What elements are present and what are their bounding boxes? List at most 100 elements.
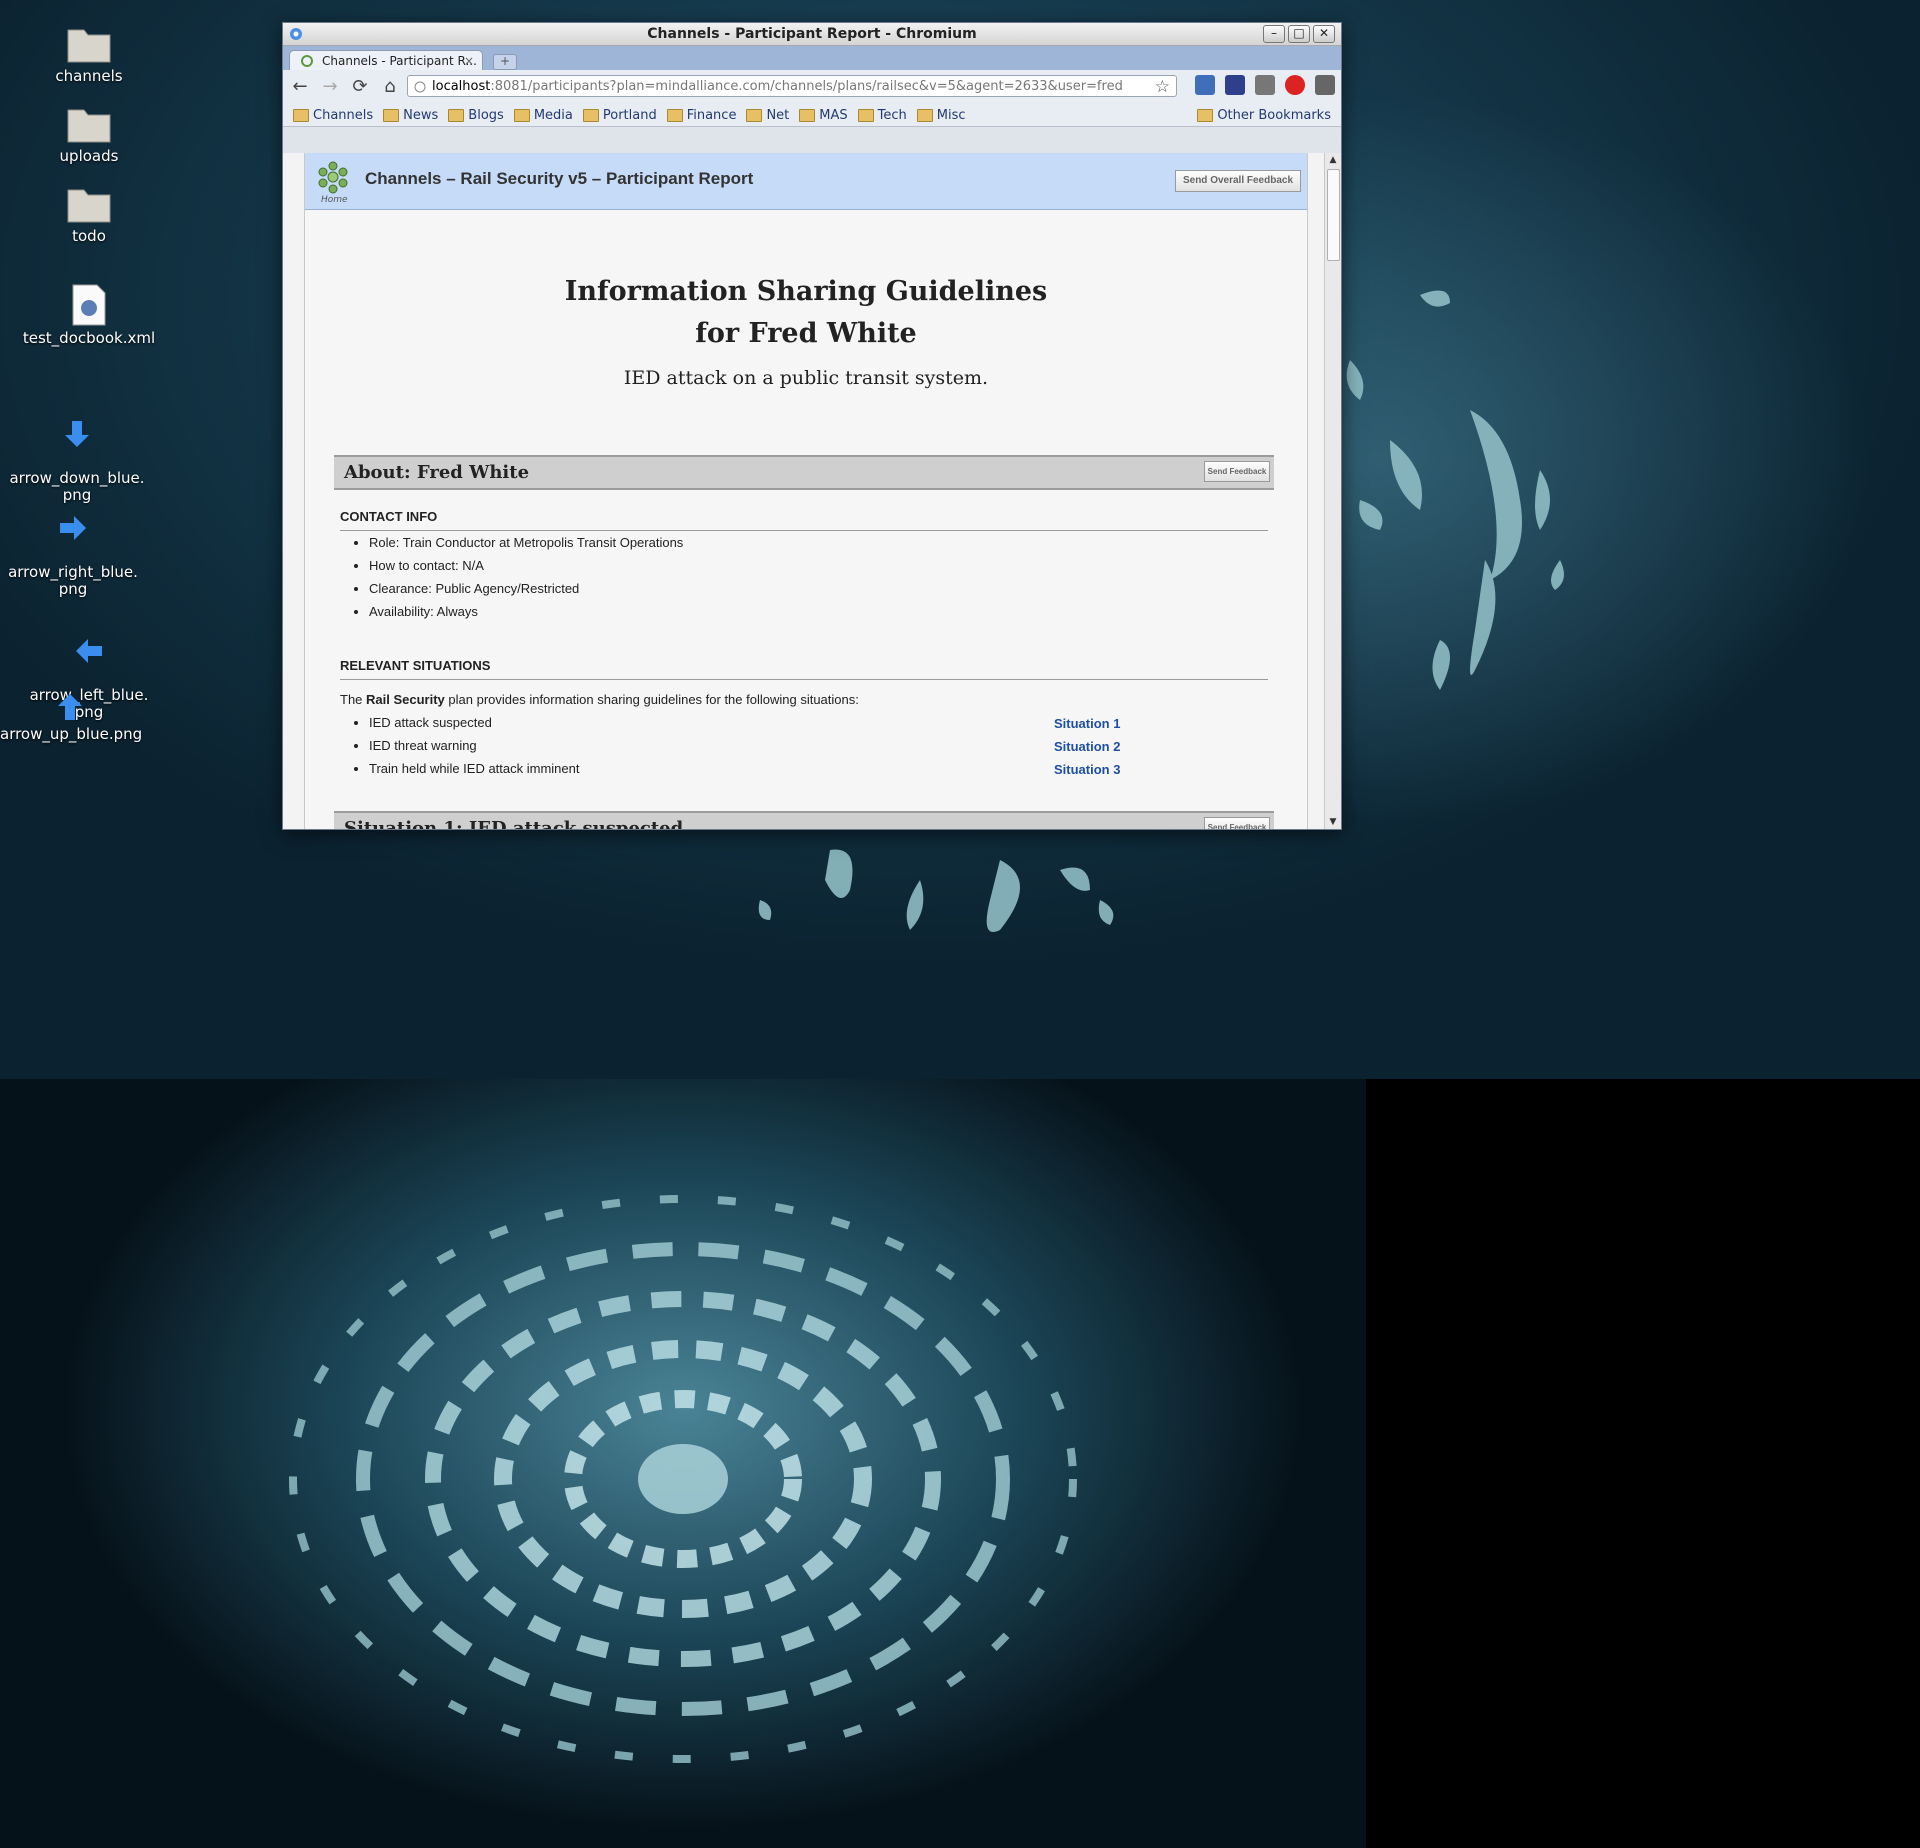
bookmark-folder-other[interactable]: Other Bookmarks <box>1197 104 1331 126</box>
bookmark-label: Misc <box>936 107 966 123</box>
page-viewport[interactable]: Home Channels – Rail Security v5 – Parti… <box>283 153 1325 829</box>
bookmark-label: Finance <box>686 107 737 123</box>
list-item: IED threat warning <box>369 734 580 757</box>
situation1-section-bar: Situation 1: IED attack suspected Send F… <box>334 811 1274 829</box>
folder-icon <box>857 108 874 122</box>
contact-info-list: Role: Train Conductor at Metropolis Tran… <box>340 531 683 623</box>
situation-1-link[interactable]: Situation 1 <box>1054 716 1120 731</box>
situations-list: IED attack suspected IED threat warning … <box>340 711 580 780</box>
situation-2-link[interactable]: Situation 2 <box>1054 739 1120 754</box>
desktop-icon-arrow-up[interactable]: arrow_up_blue.png <box>0 692 143 743</box>
situations-intro: The Rail Security plan provides informat… <box>340 692 859 707</box>
report-page: Home Channels – Rail Security v5 – Parti… <box>304 153 1308 829</box>
window-titlebar[interactable]: Channels - Participant Report - Chromium… <box>283 23 1341 46</box>
desktop-icon-label: channels <box>55 67 123 85</box>
folder-icon <box>383 108 400 122</box>
bookmark-label: MAS <box>819 107 848 123</box>
desktop-icon-label: arrow_right_blue. png <box>8 563 138 598</box>
arrow-left-icon <box>76 639 102 663</box>
intro-suffix: plan provides information sharing guidel… <box>444 692 859 707</box>
desktop-icon-channels[interactable]: channels <box>19 24 159 85</box>
desktop-icon-arrow-down[interactable]: arrow_down_blue. png <box>7 402 147 504</box>
list-item: Train held while IED attack imminent <box>369 757 580 780</box>
send-overall-feedback-button[interactable]: Send Overall Feedback <box>1175 170 1301 192</box>
desktop-icon-todo[interactable]: todo <box>19 184 159 245</box>
folder-icon <box>582 108 599 122</box>
extension-bug-icon[interactable] <box>1255 75 1275 95</box>
bookmark-folder-media[interactable]: Media <box>513 107 573 123</box>
bookmark-star-icon[interactable]: ☆ <box>1155 76 1170 96</box>
close-button[interactable]: ✕ <box>1313 25 1335 43</box>
bookmark-folder-news[interactable]: News <box>383 108 438 123</box>
tab-strip: Channels - Participant R... × + <box>283 46 1341 70</box>
bookmark-label: Tech <box>877 107 907 123</box>
bookmark-folder-tech[interactable]: Tech <box>857 107 907 123</box>
list-item: Clearance: Public Agency/Restricted <box>369 577 683 600</box>
guidelines-heading-line2: for Fred White <box>695 318 917 349</box>
intro-prefix: The <box>340 692 367 707</box>
list-item: Role: Train Conductor at Metropolis Tran… <box>369 531 683 554</box>
bookmark-label: Other Bookmarks <box>1217 107 1331 123</box>
bookmark-folder-finance[interactable]: Finance <box>666 107 737 123</box>
minimize-button[interactable]: – <box>1263 25 1285 43</box>
bookmark-folder-portland[interactable]: Portland <box>582 108 657 123</box>
browser-toolbar: ← → ⟳ ⌂ localhost:8081/participants?plan… <box>283 70 1341 104</box>
scroll-down-arrow-icon[interactable]: ▼ <box>1326 815 1340 829</box>
tab-close-icon[interactable]: × <box>464 51 474 70</box>
send-feedback-button[interactable]: Send Feedback <box>1204 461 1270 482</box>
scroll-up-arrow-icon[interactable]: ▲ <box>1326 153 1340 167</box>
back-button[interactable]: ← <box>287 74 313 100</box>
desktop-icon-label: todo <box>72 227 106 245</box>
bookmark-folder-misc[interactable]: Misc <box>916 107 966 123</box>
arrow-right-icon <box>60 516 86 540</box>
bookmark-label: Media <box>533 107 573 123</box>
arrow-down-icon <box>65 421 89 447</box>
folder-icon <box>513 108 530 122</box>
bookmark-folder-blogs[interactable]: Blogs <box>448 108 504 123</box>
wrench-menu-icon[interactable] <box>1315 75 1335 95</box>
extension-puzzle-icon[interactable] <box>1225 75 1245 95</box>
desktop-wallpaper-bottom <box>0 1079 1366 1848</box>
guidelines-heading: Information Sharing Guidelines for Fred … <box>305 271 1307 355</box>
relevant-situations-heading: RELEVANT SITUATIONS <box>340 658 1268 680</box>
browser-window[interactable]: Channels - Participant Report - Chromium… <box>282 22 1342 830</box>
arrow-up-icon <box>58 694 82 720</box>
page-icon <box>414 81 426 93</box>
wallpaper-splash-bottom <box>289 1195 1077 1763</box>
list-item: IED attack suspected <box>369 711 580 734</box>
extension-gear-icon[interactable] <box>1195 75 1215 95</box>
plan-name: Rail Security <box>366 692 445 707</box>
desktop-icon-label: test_docbook.xml <box>22 329 156 347</box>
tab-label: Channels - Participant R... <box>322 54 477 68</box>
situation-3-link[interactable]: Situation 3 <box>1054 762 1120 777</box>
folder-icon <box>746 108 763 122</box>
new-tab-button[interactable]: + <box>493 54 517 70</box>
send-feedback-button[interactable]: Send Feedback <box>1204 817 1270 829</box>
extension-adblock-icon[interactable] <box>1285 75 1305 95</box>
vertical-scrollbar[interactable]: ▲ ▼ <box>1324 153 1341 829</box>
tab-participant-report[interactable]: Channels - Participant R... × <box>289 50 483 70</box>
folder-icon <box>293 108 309 122</box>
home-button[interactable]: ⌂ <box>377 74 403 100</box>
bookmark-folder-mas[interactable]: MAS <box>799 107 848 123</box>
forward-button[interactable]: → <box>317 74 343 100</box>
desktop-icon-arrow-right[interactable]: arrow_right_blue. png <box>3 496 143 598</box>
bookmark-folder-channels[interactable]: Channels <box>293 108 373 123</box>
desktop-icon-label: uploads <box>59 147 119 165</box>
bookmark-folder-net[interactable]: Net <box>746 108 789 123</box>
desktop-icon-label: arrow_up_blue.png <box>0 725 143 743</box>
scroll-thumb[interactable] <box>1327 169 1340 261</box>
folder-icon <box>666 108 683 122</box>
window-title: Channels - Participant Report - Chromium <box>647 26 977 42</box>
address-bar[interactable]: localhost:8081/participants?plan=mindall… <box>407 75 1177 97</box>
home-logo-link[interactable]: Home <box>315 159 355 205</box>
maximize-button[interactable]: □ <box>1288 25 1310 43</box>
report-header: Home Channels – Rail Security v5 – Parti… <box>305 153 1307 210</box>
reload-button[interactable]: ⟳ <box>347 74 373 100</box>
guidelines-heading-line1: Information Sharing Guidelines <box>564 276 1048 307</box>
desktop-icon-test-docbook[interactable]: test_docbook.xml <box>19 284 159 347</box>
desktop-icon-uploads[interactable]: uploads <box>19 104 159 165</box>
bookmarks-bar: Channels News Blogs Media Portland Finan… <box>283 104 1341 127</box>
xml-file-icon <box>72 284 106 326</box>
about-section-title: About: Fred White <box>344 462 530 483</box>
